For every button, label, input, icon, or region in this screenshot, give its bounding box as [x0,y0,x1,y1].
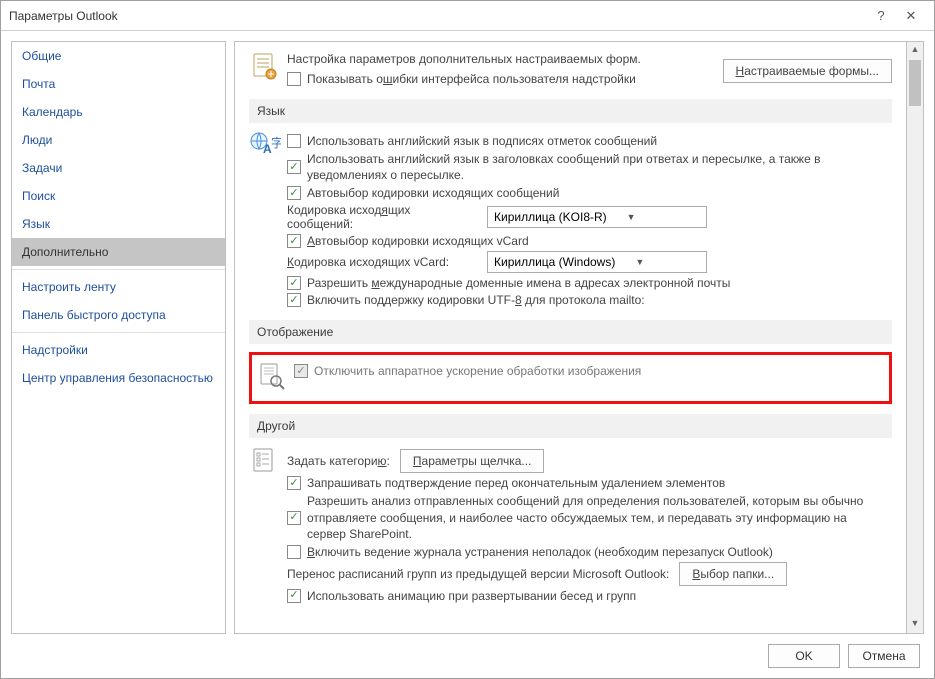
sidebar-item[interactable]: Надстройки [12,336,225,364]
language-icon: A 字 [249,131,285,161]
chevron-down-icon: ▼ [627,212,636,222]
sidebar-item[interactable]: Люди [12,126,225,154]
scroll-down-arrow[interactable]: ▼ [907,616,923,633]
section-display: Отображение [249,320,892,344]
display-icon [256,361,292,391]
show-addon-errors-checkbox[interactable] [287,72,301,86]
animation-label: Использовать анимацию при развертывании … [307,589,636,603]
svg-text:字: 字 [271,135,281,150]
encoding-out-label: Кодировка исходящих сообщений: [287,203,477,231]
encoding-out-combo[interactable]: Кириллица (KOI8-R) ▼ [487,206,707,228]
forms-description: Настройка параметров дополнительных наст… [287,52,723,66]
idn-label: Разрешить международные доменные имена в… [307,276,730,290]
sidebar-separator [12,332,225,333]
set-category-label: Задать категорию: [287,454,390,468]
sidebar-item[interactable]: Почта [12,70,225,98]
troubleshoot-log-checkbox[interactable] [287,545,301,559]
close-button[interactable]: ✕ [896,8,926,24]
disable-hw-accel-label: Отключить аппаратное ускорение обработки… [314,364,641,378]
help-button[interactable]: ? [866,8,896,23]
category-sidebar: ОбщиеПочтаКалендарьЛюдиЗадачиПоискЯзыкДо… [11,41,226,634]
window-title: Параметры Outlook [9,9,866,23]
use-en-stamps-label: Использовать английский язык в подписях … [307,134,657,148]
cancel-button[interactable]: Отмена [848,644,920,668]
forms-icon [249,52,285,82]
sidebar-item[interactable]: Поиск [12,182,225,210]
troubleshoot-log-label: Включить ведение журнала устранения непо… [307,545,773,559]
sidebar-item[interactable]: Задачи [12,154,225,182]
other-icon [249,446,285,476]
dialog-footer: OK Отмена [1,634,934,678]
sidebar-item[interactable]: Календарь [12,98,225,126]
use-en-headers-label: Использовать английский язык в заголовка… [307,151,867,183]
highlight-box: Отключить аппаратное ускорение обработки… [249,352,892,404]
chevron-down-icon: ▼ [635,257,644,267]
encoding-vcard-label: Кодировка исходящих vCard: [287,255,477,269]
sidebar-item[interactable]: Панель быстрого доступа [12,301,225,329]
section-language: Язык [249,99,892,123]
use-en-stamps-checkbox[interactable] [287,134,301,148]
utf8-mailto-label: Включить поддержку кодировки UTF-8 для п… [307,293,645,307]
scrollbar-thumb[interactable] [909,60,921,106]
migrate-label: Перенос расписаний групп из предыдущей в… [287,567,669,581]
select-folder-button[interactable]: Выбор папки... [679,562,787,586]
custom-forms-button[interactable]: Настраиваемые формы... [723,59,892,83]
utf8-mailto-checkbox[interactable] [287,293,301,307]
section-other: Другой [249,414,892,438]
use-en-headers-checkbox[interactable] [287,160,301,174]
analyze-sent-checkbox[interactable] [287,511,301,525]
sidebar-item[interactable]: Общие [12,42,225,70]
auto-encoding-vcard-label: Автовыбор кодировки исходящих vCard [307,234,529,248]
sidebar-item[interactable]: Дополнительно [12,238,225,266]
scroll-up-arrow[interactable]: ▲ [907,42,923,59]
encoding-vcard-combo[interactable]: Кириллица (Windows) ▼ [487,251,707,273]
analyze-sent-label: Разрешить анализ отправленных сообщений … [307,493,887,542]
sidebar-item[interactable]: Центр управления безопасностью [12,364,225,392]
click-options-button[interactable]: Параметры щелчка... [400,449,545,473]
encoding-out-value: Кириллица (KOI8-R) [494,210,607,224]
sidebar-item[interactable]: Настроить ленту [12,273,225,301]
idn-checkbox[interactable] [287,276,301,290]
disable-hw-accel-checkbox[interactable] [294,364,308,378]
confirm-delete-label: Запрашивать подтверждение перед окончате… [307,476,725,490]
content-pane: Настройка параметров дополнительных наст… [234,41,907,634]
auto-encoding-vcard-checkbox[interactable] [287,234,301,248]
confirm-delete-checkbox[interactable] [287,476,301,490]
auto-encoding-out-checkbox[interactable] [287,186,301,200]
sidebar-separator [12,269,225,270]
animation-checkbox[interactable] [287,589,301,603]
content-scrollbar[interactable]: ▲ ▼ [907,41,924,634]
titlebar: Параметры Outlook ? ✕ [1,1,934,31]
outlook-options-window: Параметры Outlook ? ✕ ОбщиеПочтаКалендар… [0,0,935,679]
show-addon-errors-label: Показывать ошибки интерфейса пользовател… [307,72,636,86]
ok-button[interactable]: OK [768,644,840,668]
auto-encoding-out-label: Автовыбор кодировки исходящих сообщений [307,186,559,200]
encoding-vcard-value: Кириллица (Windows) [494,255,615,269]
sidebar-item[interactable]: Язык [12,210,225,238]
